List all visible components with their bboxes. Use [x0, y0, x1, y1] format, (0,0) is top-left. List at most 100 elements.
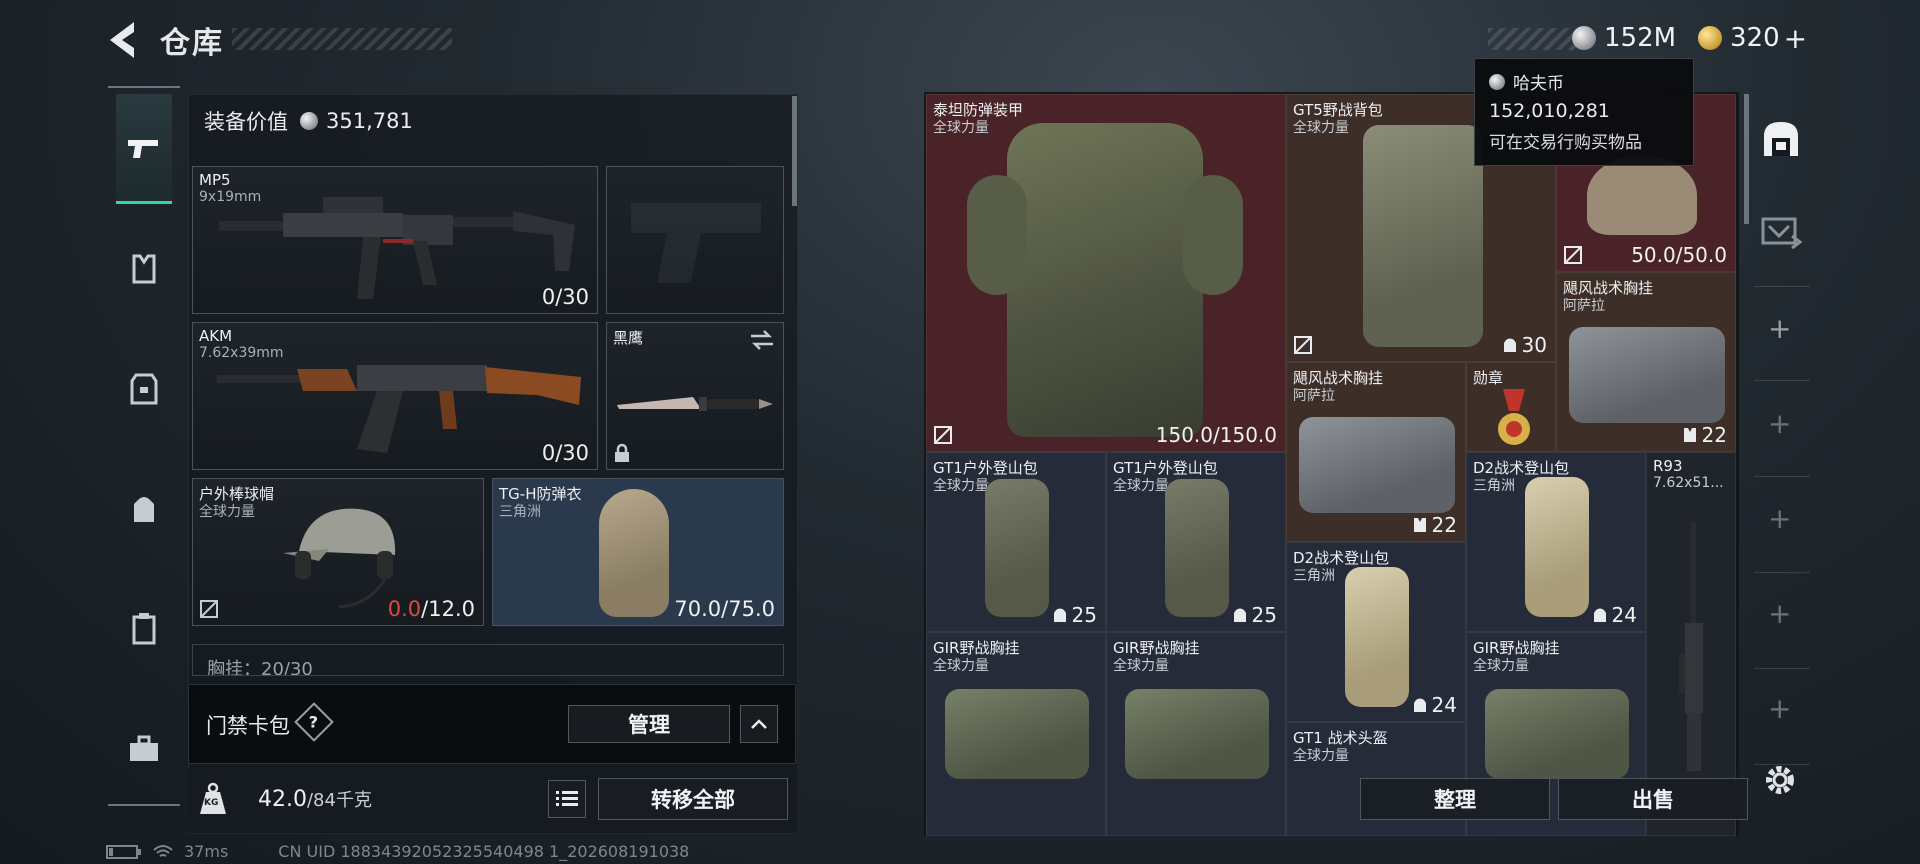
- slot-primary-weapon[interactable]: MP5 9x19mm 0/30: [192, 166, 598, 314]
- sell-button[interactable]: 出售: [1558, 778, 1748, 820]
- settings-button[interactable]: [1762, 762, 1798, 802]
- item-capacity: 30: [1502, 333, 1547, 357]
- slot-chest-rig-row[interactable]: 胸挂：20/30: [192, 644, 784, 676]
- briefcase-icon: [130, 735, 158, 761]
- weight-max: /84千克: [306, 790, 372, 811]
- add-storage-icon[interactable]: +: [1768, 407, 1791, 440]
- nav-divider: [108, 804, 180, 806]
- add-storage-icon[interactable]: +: [1768, 597, 1791, 630]
- equipment-value-label: 装备价值: [204, 110, 288, 134]
- item-faction: 全球力量: [1473, 658, 1529, 674]
- item-capacity: 25: [1232, 603, 1277, 627]
- not-repairable-icon: [1564, 246, 1582, 264]
- rail-divider: [1754, 572, 1810, 573]
- pistol-icon: [128, 139, 158, 158]
- slot-melee[interactable]: 黑鹰: [606, 322, 784, 470]
- mp5-icon: [219, 197, 575, 299]
- add-storage-icon[interactable]: +: [1768, 502, 1791, 535]
- warehouse-item[interactable]: GIR野战胸挂 全球力量: [926, 632, 1106, 836]
- add-storage-icon[interactable]: +: [1768, 692, 1791, 725]
- nav-divider: [108, 86, 180, 88]
- transfer-all-label: 转移全部: [651, 788, 735, 812]
- kg-badge: KG: [204, 798, 219, 808]
- item-capacity: 24: [1592, 603, 1637, 627]
- item-caliber: 7.62x51...: [1653, 475, 1724, 491]
- capacity-value: 24: [1611, 603, 1637, 627]
- slot-item-faction: 全球力量: [199, 504, 255, 520]
- transfer-tab[interactable]: [1760, 214, 1803, 254]
- keycard-label: 门禁卡包: [206, 714, 290, 738]
- item-capacity: 24: [1412, 693, 1457, 717]
- slot-durability: 70.0/75.0: [674, 597, 775, 621]
- slot-body-armor[interactable]: TG-H防弹衣 三角洲 70.0/75.0: [492, 478, 784, 626]
- lock-icon: [615, 443, 629, 462]
- warehouse-item[interactable]: 勋章: [1466, 362, 1556, 452]
- nav-backpack[interactable]: [116, 454, 172, 564]
- equipment-scrollbar[interactable]: [792, 96, 797, 206]
- armor-shoulder-icon: [967, 175, 1027, 295]
- rig-capacity-icon: [1413, 518, 1426, 532]
- back-button[interactable]: [104, 18, 144, 62]
- warehouse-item[interactable]: D2战术登山包 三角洲 24: [1466, 452, 1646, 632]
- sell-label: 出售: [1632, 788, 1674, 812]
- manage-button[interactable]: 管理: [568, 705, 730, 743]
- durability-current: 0.0: [387, 597, 422, 621]
- transfer-all-button[interactable]: 转移全部: [598, 778, 788, 820]
- capacity-value: 25: [1071, 603, 1097, 627]
- item-durability: 150.0/150.0: [1155, 423, 1277, 447]
- warehouse-item[interactable]: GT1户外登山包 全球力量 25: [1106, 452, 1286, 632]
- warehouse-item[interactable]: 飓风战术胸挂 阿萨拉 22: [1286, 362, 1466, 542]
- nav-armor[interactable]: [116, 334, 172, 444]
- triangle-coin-icon: [1698, 26, 1722, 50]
- list-view-button[interactable]: [548, 780, 586, 818]
- nav-weapons[interactable]: [116, 94, 172, 204]
- item-faction: 阿萨拉: [1563, 298, 1605, 314]
- backpack-capacity-icon: [1413, 698, 1426, 712]
- currency-decoration: [1488, 28, 1576, 50]
- backpack-capacity-icon: [1233, 608, 1246, 622]
- equipment-value-amount: 351,781: [326, 109, 413, 133]
- nav-case[interactable]: [116, 694, 172, 804]
- collapse-button[interactable]: [740, 705, 778, 743]
- right-rail: + + + + +: [1746, 92, 1816, 832]
- akm-icon: [217, 365, 581, 453]
- warehouse-icon: [1764, 122, 1798, 156]
- warehouse-item[interactable]: 飓风战术胸挂 阿萨拉 22: [1556, 272, 1736, 452]
- capacity-value: 22: [1701, 423, 1727, 447]
- list-icon: [556, 791, 578, 806]
- add-storage-icon[interactable]: +: [1768, 312, 1791, 345]
- nav-pouch[interactable]: [116, 574, 172, 684]
- item-name: 勋章: [1473, 369, 1504, 387]
- warehouse-item[interactable]: D2战术登山包 三角洲 24: [1286, 542, 1466, 722]
- slot-durability: 0.0/12.0: [388, 597, 475, 621]
- medal-icon: [1498, 389, 1530, 445]
- warehouse-item[interactable]: 泰坦防弹装甲 全球力量 150.0/150.0: [926, 94, 1286, 452]
- tooltip-title: 哈夫币: [1513, 74, 1564, 94]
- slot-sidearm[interactable]: [606, 166, 784, 314]
- add-currency-icon[interactable]: +: [1784, 22, 1807, 55]
- backpack-icon: [1165, 479, 1229, 617]
- storage-tab[interactable]: [1760, 118, 1802, 164]
- warehouse-item[interactable]: GIR野战胸挂 全球力量: [1106, 632, 1286, 836]
- silver-currency[interactable]: 152M: [1572, 22, 1676, 54]
- gold-currency[interactable]: 320 +: [1698, 22, 1807, 55]
- warehouse-item[interactable]: GT1户外登山包 全球力量 25: [926, 452, 1106, 632]
- weight-readout: 42.0/84千克: [258, 786, 372, 812]
- chest-rig-icon: [132, 254, 156, 284]
- rail-divider: [1754, 286, 1810, 287]
- nav-chest-rig[interactable]: [116, 214, 172, 324]
- item-capacity: 25: [1052, 603, 1097, 627]
- swap-icon[interactable]: [749, 329, 775, 351]
- weight-icon: KG: [198, 782, 228, 816]
- item-faction: 全球力量: [1113, 658, 1169, 674]
- slot-ammo-count: 0/30: [541, 441, 589, 465]
- silver-amount: 152M: [1604, 23, 1677, 53]
- backpack-icon: [134, 497, 154, 522]
- slot-helmet[interactable]: 户外棒球帽 全球力量 0.0/12.0: [192, 478, 484, 626]
- not-repairable-icon: [200, 600, 218, 618]
- sort-button[interactable]: 整理: [1360, 778, 1550, 820]
- slot-secondary-weapon[interactable]: AKM 7.62x39mm 0/30: [192, 322, 598, 470]
- backpack-icon: [1345, 567, 1409, 707]
- uid-text: CN UID 18834392052325540498 1_2026081910…: [278, 842, 690, 861]
- equipment-value: 装备价值 351,781: [204, 106, 413, 136]
